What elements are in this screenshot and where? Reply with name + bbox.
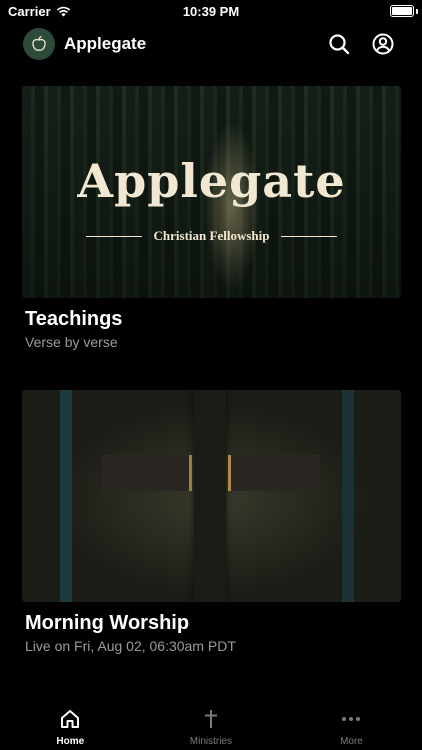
card-subtitle: Live on Fri, Aug 02, 06:30am PDT: [25, 638, 236, 654]
cross-icon: [204, 710, 217, 728]
cross-arm-left: [102, 455, 192, 491]
home-icon: [61, 710, 80, 728]
status-bar: Carrier 10:39 PM: [0, 0, 422, 22]
teachings-card[interactable]: Applegate Christian Fellowship Teachings…: [22, 86, 401, 350]
apple-icon: [32, 35, 46, 51]
banner-title: Applegate: [77, 154, 346, 208]
card-title: Morning Worship: [25, 612, 190, 634]
app-header: Applegate: [0, 26, 422, 62]
battery-cap: [416, 9, 418, 14]
card-title: Teachings: [25, 308, 123, 330]
tab-bar: Home Ministries More: [0, 700, 422, 750]
morning-worship-card[interactable]: Morning Worship Live on Fri, Aug 02, 06:…: [22, 390, 401, 654]
battery-icon: [390, 5, 414, 17]
more-icon: [342, 717, 361, 721]
app-logo[interactable]: [23, 28, 55, 60]
card-subtitle: Verse by verse: [25, 334, 118, 350]
cross-beam: [194, 390, 226, 602]
tab-home[interactable]: Home: [0, 700, 141, 750]
account-icon[interactable]: [371, 32, 395, 56]
worship-banner-image[interactable]: [22, 390, 401, 602]
tab-label: Ministries: [189, 736, 232, 747]
status-time: 10:39 PM: [182, 4, 240, 19]
banner-divider-left: [85, 235, 142, 237]
tab-ministries[interactable]: Ministries: [141, 700, 282, 750]
tab-label: Home: [56, 736, 85, 747]
tab-more[interactable]: More: [281, 700, 422, 750]
search-icon[interactable]: [327, 32, 351, 56]
banner-subtitle: Christian Fellowship: [153, 228, 270, 243]
tab-label: More: [340, 736, 363, 747]
cross-arm-right: [228, 455, 320, 491]
banner-divider-right: [281, 235, 338, 237]
teachings-banner-image[interactable]: Applegate Christian Fellowship: [22, 86, 401, 298]
app-title: Applegate: [64, 34, 147, 53]
banner-subtitle-row: Christian Fellowship: [22, 228, 401, 244]
